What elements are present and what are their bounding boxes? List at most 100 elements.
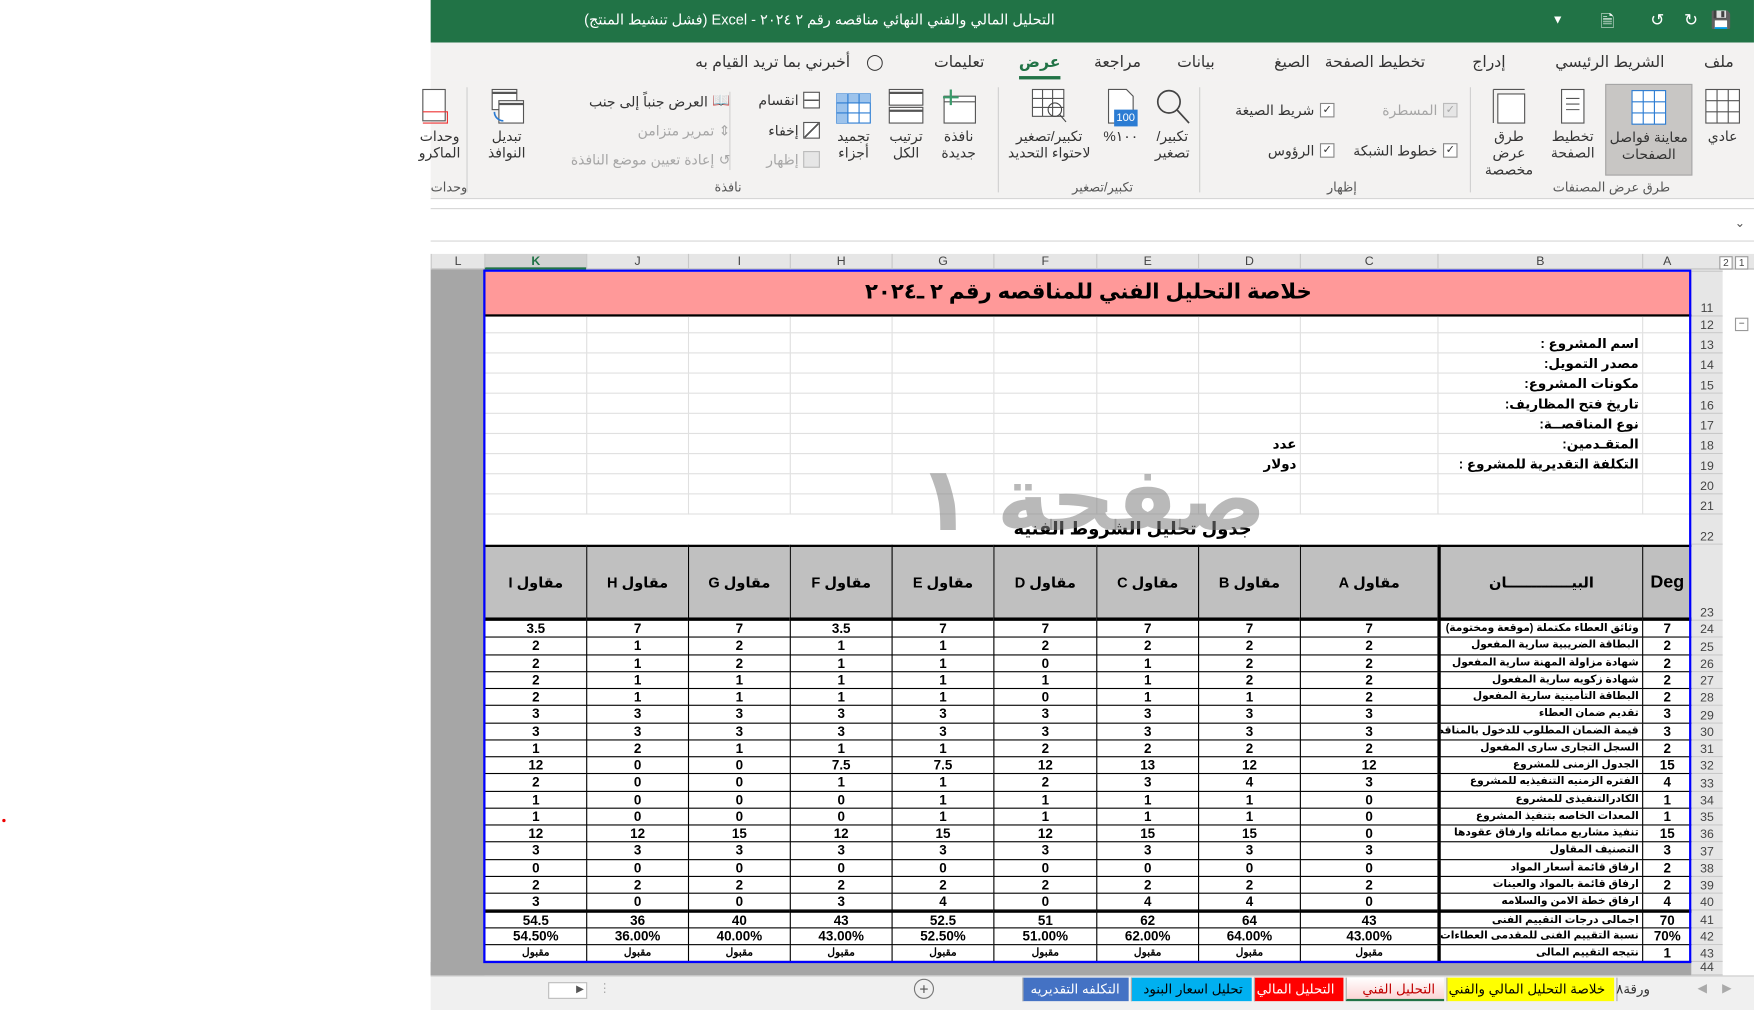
- file-preview-icon[interactable]: 🗎: [1601, 10, 1614, 38]
- headings-checkbox[interactable]: ✓ الرؤوس: [1268, 142, 1335, 159]
- score-cell[interactable]: 2: [1096, 637, 1199, 655]
- score-cell[interactable]: 0: [1299, 808, 1438, 826]
- score-cell[interactable]: 2: [586, 740, 688, 758]
- deg-cell[interactable]: 15: [1642, 757, 1692, 775]
- score-cell[interactable]: 3: [687, 723, 790, 741]
- item-cell[interactable]: الفتره الزمنيه التنفيذيه للمشروع: [1437, 774, 1643, 792]
- score-cell[interactable]: مقبول: [789, 944, 892, 962]
- grid-cell[interactable]: [789, 333, 892, 354]
- sheet-tab[interactable]: التحليل الفني: [1345, 977, 1445, 1002]
- row-header[interactable]: 36: [1691, 825, 1723, 843]
- grid-cell[interactable]: [1299, 413, 1438, 435]
- tab-view[interactable]: عرض: [1018, 53, 1061, 80]
- grid-cell[interactable]: [1096, 434, 1199, 455]
- score-cell[interactable]: 1: [891, 689, 994, 707]
- score-cell[interactable]: 1: [484, 808, 587, 826]
- zoom-100-button[interactable]: 100 ١٠٠%: [1097, 87, 1144, 145]
- item-cell[interactable]: البطاقة التأمينية سارية المفعول: [1437, 689, 1643, 707]
- score-cell[interactable]: 2: [687, 876, 790, 894]
- column-header-a[interactable]: A: [1642, 253, 1691, 270]
- score-cell[interactable]: 2: [687, 654, 790, 672]
- row-header[interactable]: 42: [1691, 927, 1723, 945]
- row-header[interactable]: 18: [1691, 434, 1723, 455]
- score-cell[interactable]: 62.00%: [1096, 927, 1199, 945]
- score-cell[interactable]: 2: [891, 876, 994, 894]
- score-cell[interactable]: 3: [891, 706, 994, 724]
- row-header[interactable]: 31: [1691, 740, 1723, 758]
- scroll-tabs-right-icon[interactable]: ▶: [1722, 981, 1731, 995]
- new-sheet-icon[interactable]: +: [913, 978, 935, 999]
- column-header-l[interactable]: L: [430, 253, 485, 270]
- row-header[interactable]: 44: [1691, 961, 1723, 976]
- score-cell[interactable]: 3: [891, 842, 994, 860]
- grid-cell[interactable]: [789, 373, 892, 394]
- score-cell[interactable]: 0: [586, 893, 688, 911]
- deg-cell[interactable]: 4: [1642, 774, 1692, 792]
- grid-cell[interactable]: [1642, 413, 1692, 435]
- score-cell[interactable]: مقبول: [891, 944, 994, 962]
- score-cell[interactable]: 43.00%: [789, 927, 892, 945]
- score-cell[interactable]: 54.50%: [484, 927, 587, 945]
- column-header-e[interactable]: E: [1096, 253, 1198, 270]
- score-cell[interactable]: 0: [687, 757, 790, 775]
- row-header[interactable]: 27: [1691, 671, 1723, 690]
- grid-cell[interactable]: [687, 353, 790, 374]
- score-cell[interactable]: 3: [586, 706, 688, 724]
- grid-cell[interactable]: [993, 454, 1097, 475]
- tab-page-layout[interactable]: تخطيط الصفحة: [1325, 53, 1425, 72]
- score-cell[interactable]: 3: [1198, 706, 1300, 724]
- score-cell[interactable]: 2: [789, 876, 892, 894]
- score-cell[interactable]: 0: [1198, 859, 1300, 877]
- grid-cell[interactable]: [891, 393, 994, 414]
- row-header[interactable]: 11: [1691, 271, 1723, 317]
- score-cell[interactable]: 52.50%: [891, 927, 994, 945]
- column-header-f[interactable]: F: [993, 253, 1096, 270]
- score-cell[interactable]: 3: [484, 723, 587, 741]
- score-cell[interactable]: 3: [1096, 723, 1199, 741]
- score-cell[interactable]: 2: [1299, 689, 1438, 707]
- row-header[interactable]: 24: [1691, 620, 1723, 638]
- score-cell[interactable]: 1: [1198, 808, 1300, 826]
- score-cell[interactable]: 0: [1299, 893, 1438, 911]
- score-cell[interactable]: 0: [586, 791, 688, 809]
- tab-insert[interactable]: إدراج: [1472, 53, 1505, 72]
- grid-cell[interactable]: [1299, 434, 1438, 455]
- grid-cell[interactable]: [1198, 474, 1300, 495]
- score-cell[interactable]: 7.5: [789, 757, 892, 775]
- row-header[interactable]: 17: [1691, 413, 1723, 435]
- score-cell[interactable]: 1: [687, 740, 790, 758]
- grid-cell[interactable]: [1299, 316, 1438, 334]
- score-cell[interactable]: 52.5: [891, 910, 994, 928]
- score-cell[interactable]: 0: [993, 689, 1097, 707]
- score-cell[interactable]: 2: [1198, 671, 1300, 690]
- score-cell[interactable]: 3: [1096, 842, 1199, 860]
- score-cell[interactable]: مقبول: [586, 944, 688, 962]
- grid-cell[interactable]: [1437, 494, 1643, 515]
- grid-cell[interactable]: [1096, 393, 1199, 414]
- row-header[interactable]: 16: [1691, 393, 1723, 414]
- score-cell[interactable]: 1: [891, 808, 994, 826]
- item-cell[interactable]: ارفاق قائمة بالمواد والعينات: [1437, 876, 1643, 894]
- score-cell[interactable]: 3: [789, 723, 892, 741]
- deg-cell[interactable]: 3: [1642, 842, 1692, 860]
- score-cell[interactable]: 1: [993, 791, 1097, 809]
- grid-cell[interactable]: [1299, 333, 1438, 354]
- column-header-h[interactable]: H: [789, 253, 892, 270]
- score-cell[interactable]: 2: [1096, 740, 1199, 758]
- formula-bar-checkbox[interactable]: ✓ شريط الصيغة: [1235, 102, 1335, 119]
- score-cell[interactable]: مقبول: [687, 944, 790, 962]
- score-cell[interactable]: 1: [1198, 689, 1300, 707]
- score-cell[interactable]: 15: [891, 825, 994, 843]
- grid-cell[interactable]: [1437, 316, 1643, 334]
- score-cell[interactable]: 0: [1299, 825, 1438, 843]
- grid-cell[interactable]: [789, 316, 892, 334]
- grid-cell[interactable]: [687, 393, 790, 414]
- grid-cell[interactable]: [1299, 393, 1438, 414]
- score-cell[interactable]: مقبول: [484, 944, 587, 962]
- score-cell[interactable]: 1: [484, 791, 587, 809]
- redo-icon[interactable]: ↻: [1684, 10, 1698, 30]
- score-cell[interactable]: 0: [789, 859, 892, 877]
- score-cell[interactable]: 12: [993, 757, 1097, 775]
- score-cell[interactable]: 43: [789, 910, 892, 928]
- scroll-tabs-left-icon[interactable]: ◀: [1698, 981, 1707, 995]
